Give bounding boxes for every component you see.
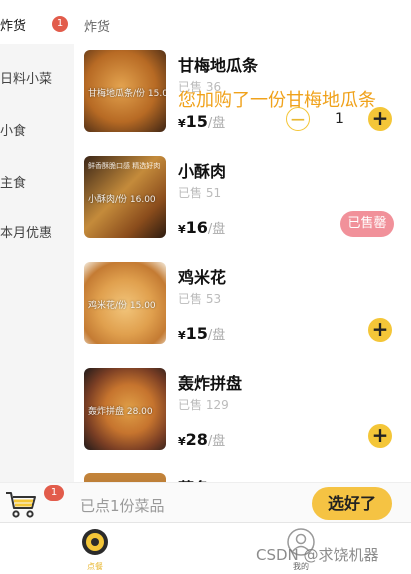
- category-sidebar: 炸货 日料小菜 小食 主食 本月优惠: [0, 0, 74, 520]
- dish-sold-count: 已售 129: [178, 398, 229, 412]
- price-unit: /盘: [207, 434, 226, 449]
- dish-image-caption: 鸡米花/份 15.00: [88, 301, 156, 311]
- currency-symbol: ¥: [178, 117, 186, 130]
- sidebar-item-snacks[interactable]: 小食: [0, 120, 74, 139]
- dish-image[interactable]: 轰炸拼盘 28.00: [84, 368, 166, 450]
- price-unit: /盘: [207, 116, 226, 131]
- cart-bar: 1 已点1份菜品 选好了: [0, 482, 411, 523]
- sold-out-badge: 已售罄: [340, 211, 394, 237]
- dish-image-caption: 轰炸拼盘 28.00: [88, 407, 153, 417]
- sidebar-item-japanese-sides[interactable]: 日料小菜: [0, 68, 74, 87]
- category-count-badge: 1: [52, 16, 68, 32]
- dish-name: 鸡米花: [178, 268, 227, 287]
- dish-price: ¥15/盘: [178, 112, 225, 131]
- cart-count-badge: 1: [44, 485, 64, 501]
- add-to-cart-button[interactable]: +: [368, 424, 392, 448]
- price-value: 16: [185, 218, 208, 237]
- checkout-button[interactable]: 选好了: [312, 487, 392, 520]
- cart-summary-text: 已点1份菜品: [80, 497, 165, 515]
- currency-symbol: ¥: [178, 223, 186, 236]
- price-unit: /盘: [207, 328, 226, 343]
- dish-name: 甘梅地瓜条: [178, 56, 259, 75]
- sidebar-item-label: 炸货: [0, 19, 27, 34]
- tab-order-label: 点餐: [87, 562, 103, 571]
- dish-sold-count: 已售 53: [178, 292, 222, 306]
- dish-item: 轰炸拼盘 28.00 轰炸拼盘 已售 129 ¥28/盘 +: [84, 368, 400, 458]
- quantity-value: 1: [335, 111, 344, 127]
- dish-price: ¥16/盘: [178, 218, 225, 237]
- dish-image[interactable]: 鲜香酥脆口感 精选好肉 小酥肉/份 16.00: [84, 156, 166, 238]
- dish-price: ¥15/盘: [178, 324, 225, 343]
- sidebar-item-staple[interactable]: 主食: [0, 172, 74, 191]
- price-value: 28: [185, 430, 208, 449]
- dish-image-caption: 甘梅地瓜条/份 15.00: [88, 89, 166, 99]
- dish-item: 鸡米花/份 15.00 鸡米花 已售 53 ¥15/盘 +: [84, 262, 400, 352]
- dish-image-caption: 小酥肉/份 16.00: [88, 195, 156, 205]
- dish-name: 轰炸拼盘: [178, 374, 243, 393]
- order-icon: [82, 529, 108, 555]
- add-to-cart-toast: 您加购了一份甘梅地瓜条: [178, 90, 376, 111]
- dish-image[interactable]: 鸡米花/份 15.00: [84, 262, 166, 344]
- dish-price: ¥28/盘: [178, 430, 225, 449]
- shopping-cart-icon[interactable]: [4, 489, 38, 519]
- price-unit: /盘: [207, 222, 226, 237]
- sidebar-item-monthly-deals[interactable]: 本月优惠: [0, 222, 74, 241]
- currency-symbol: ¥: [178, 329, 186, 342]
- watermark-text: CSDN @求饶机器: [256, 546, 379, 564]
- currency-symbol: ¥: [178, 435, 186, 448]
- add-to-cart-button[interactable]: +: [368, 318, 392, 342]
- price-value: 15: [185, 112, 208, 131]
- dish-image-note: 鲜香酥脆口感 精选好肉: [88, 162, 161, 170]
- dish-name: 小酥肉: [178, 162, 227, 181]
- category-header: 炸货: [84, 20, 111, 35]
- dish-image[interactable]: 甘梅地瓜条/份 15.00: [84, 50, 166, 132]
- dish-item: 鲜香酥脆口感 精选好肉 小酥肉/份 16.00 小酥肉 已售 51 ¥16/盘 …: [84, 156, 400, 246]
- tab-order[interactable]: 点餐: [78, 527, 112, 573]
- dish-sold-count: 已售 51: [178, 186, 222, 200]
- price-value: 15: [185, 324, 208, 343]
